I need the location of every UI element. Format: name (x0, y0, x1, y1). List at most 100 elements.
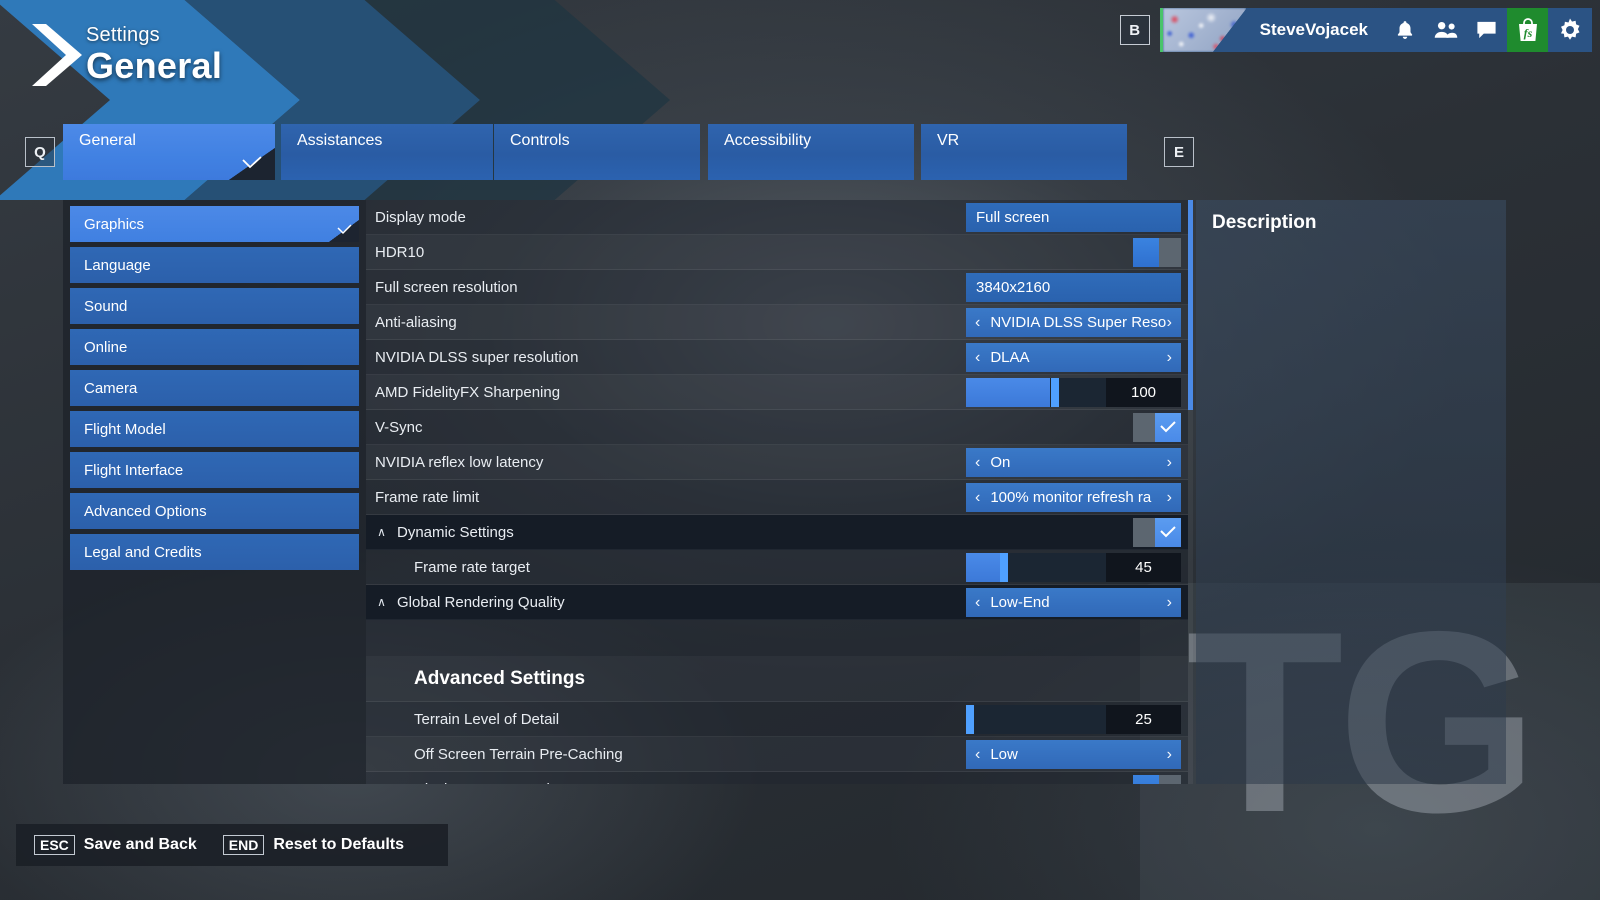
sidebar-item-label: Flight Interface (84, 461, 184, 479)
svg-text:fs: fs (1523, 26, 1532, 40)
sidebar-item-flight-interface[interactable]: Flight Interface (70, 452, 359, 488)
value-button[interactable]: Full screen (966, 203, 1181, 232)
slider-value: 100 (1106, 378, 1181, 407)
tab-assistances[interactable]: Assistances (281, 124, 493, 180)
tab-label: General (79, 132, 136, 149)
chevron-left-icon[interactable]: ‹ (975, 746, 980, 763)
toggle-switch[interactable] (1133, 413, 1181, 442)
sidebar-item-sound[interactable]: Sound (70, 288, 359, 324)
key-hint-e[interactable]: E (1164, 137, 1194, 167)
sidebar-item-camera[interactable]: Camera (70, 370, 359, 406)
slider-fill (966, 378, 1050, 407)
settings-row-off-screen-terrain-pre-caching[interactable]: Off Screen Terrain Pre-Caching ‹ Low › (366, 737, 1188, 772)
spinner-control[interactable]: ‹ On › (966, 448, 1181, 477)
sidebar-item-flight-model[interactable]: Flight Model (70, 411, 359, 447)
settings-category-list: Graphics Language Sound Online Camera Flight … (63, 200, 366, 784)
toggle-knob (1133, 775, 1159, 784)
slider-track[interactable] (966, 378, 1106, 407)
settings-row-display-mode[interactable]: Display mode Full screen (366, 200, 1188, 235)
store-icon[interactable]: fs (1507, 8, 1548, 52)
toggle-switch[interactable] (1133, 775, 1181, 784)
slider-control[interactable]: 45 (966, 553, 1181, 582)
sidebar-item-legal-and-credits[interactable]: Legal and Credits (70, 534, 359, 570)
sidebar-item-advanced-options[interactable]: Advanced Options (70, 493, 359, 529)
chevron-right-icon[interactable]: › (1167, 314, 1172, 331)
settings-row-full-screen-resolution[interactable]: Full screen resolution 3840x2160 (366, 270, 1188, 305)
settings-row-nvidia-dlss-super-resolution[interactable]: NVIDIA DLSS super resolution ‹ DLAA › (366, 340, 1188, 375)
settings-row-label: AMD FidelityFX Sharpening (375, 383, 561, 401)
sidebar-item-language[interactable]: Language (70, 247, 359, 283)
settings-row-amd-fidelityfx-sharpening[interactable]: AMD FidelityFX Sharpening 100 (366, 375, 1188, 410)
spinner-control[interactable]: ‹ DLAA › (966, 343, 1181, 372)
username-label: SteveVojacek (1259, 20, 1368, 39)
settings-row-nvidia-reflex-low-latency[interactable]: NVIDIA reflex low latency ‹ On › (366, 445, 1188, 480)
settings-row-label: Dynamic Settings (397, 523, 514, 541)
slider-handle[interactable] (999, 553, 1008, 582)
settings-row-v-sync[interactable]: V-Sync (366, 410, 1188, 445)
settings-row-advanced-settings[interactable]: Advanced Settings (366, 656, 1188, 702)
settings-row-hdr10[interactable]: HDR10 (366, 235, 1188, 270)
chevron-right-icon[interactable]: › (1167, 454, 1172, 471)
slider-track[interactable] (966, 553, 1106, 582)
page-subtitle: Settings (86, 24, 160, 46)
chevron-left-icon[interactable]: ‹ (975, 594, 980, 611)
spinner-control[interactable]: ‹ NVIDIA DLSS Super Reso › (966, 308, 1181, 337)
settings-row-terrain-level-of-detail[interactable]: Terrain Level of Detail 25 (366, 702, 1188, 737)
tab-vr[interactable]: VR (921, 124, 1127, 180)
footer-action-reset-to-defaults[interactable]: Reset to Defaults (273, 836, 404, 854)
user-profile[interactable]: SteveVojacek fs (1159, 8, 1592, 52)
scrollbar-thumb[interactable] (1188, 200, 1193, 410)
description-panel: Description (1196, 200, 1506, 784)
spinner-control[interactable]: ‹ Low › (966, 740, 1181, 769)
chevron-right-icon[interactable]: › (1167, 746, 1172, 763)
sidebar-item-online[interactable]: Online (70, 329, 359, 365)
spinner-value: NVIDIA DLSS Super Reso (990, 314, 1167, 331)
chevron-right-icon[interactable]: › (1167, 349, 1172, 366)
settings-row-label: Frame rate limit (375, 488, 480, 506)
user-bar: B SteveVojacek fs (1119, 8, 1592, 52)
chevron-left-icon[interactable]: ‹ (975, 454, 980, 471)
sidebar-item-label: Flight Model (84, 420, 166, 438)
footer-action-save-and-back[interactable]: Save and Back (84, 836, 197, 854)
tab-controls[interactable]: Controls (494, 124, 700, 180)
chat-icon[interactable] (1466, 8, 1507, 52)
slider-handle[interactable] (966, 705, 974, 734)
slider-control[interactable]: 25 (966, 705, 1181, 734)
settings-row-frame-rate-limit[interactable]: Frame rate limit ‹ 100% monitor refresh ra… (366, 480, 1188, 515)
slider-control[interactable]: 100 (966, 378, 1181, 407)
check-icon (241, 155, 263, 176)
slider-track[interactable] (966, 705, 1106, 734)
settings-row-dynamic-settings[interactable]: ∧ Dynamic Settings (366, 515, 1188, 550)
sidebar-item-label: Sound (84, 297, 128, 315)
chevron-right-icon[interactable]: › (1167, 594, 1172, 611)
toggle-switch[interactable] (1133, 518, 1181, 547)
slider-handle[interactable] (1051, 378, 1060, 407)
toggle-switch[interactable] (1133, 238, 1181, 267)
spinner-control[interactable]: ‹ Low-End › (966, 588, 1181, 617)
tab-label: Controls (510, 132, 570, 149)
tab-label: Accessibility (724, 132, 812, 149)
chevron-left-icon[interactable]: ‹ (975, 489, 980, 506)
friends-icon[interactable] (1425, 8, 1466, 52)
chevron-left-icon[interactable]: ‹ (975, 314, 980, 331)
tab-label: Assistances (297, 132, 383, 149)
bell-icon[interactable] (1384, 8, 1425, 52)
chevron-right-icon[interactable]: › (1167, 489, 1172, 506)
key-hint-q[interactable]: Q (25, 137, 55, 167)
tab-bar: Q E General Assistances Controls Accessibil… (0, 124, 1600, 180)
settings-row-frame-rate-target[interactable]: Frame rate target 45 (366, 550, 1188, 585)
settings-scrollbar[interactable] (1188, 200, 1193, 784)
key-hint-b[interactable]: B (1119, 15, 1150, 45)
gear-icon[interactable] (1548, 8, 1592, 52)
tab-accessibility[interactable]: Accessibility (708, 124, 914, 180)
settings-row-anti-aliasing[interactable]: Anti-aliasing ‹ NVIDIA DLSS Super Reso › (366, 305, 1188, 340)
spinner-value: Low-End (990, 594, 1050, 611)
settings-row-global-rendering-quality[interactable]: ∧ Global Rendering Quality ‹ Low-End › (366, 585, 1188, 620)
spinner-value: On (990, 454, 1011, 471)
value-button[interactable]: 3840x2160 (966, 273, 1181, 302)
spinner-control[interactable]: ‹ 100% monitor refresh ra › (966, 483, 1181, 512)
settings-row-displacement-mapping[interactable]: Displacement Mapping (366, 772, 1188, 784)
sidebar-item-graphics[interactable]: Graphics (70, 206, 359, 242)
chevron-left-icon[interactable]: ‹ (975, 349, 980, 366)
tab-general[interactable]: General (63, 124, 275, 180)
